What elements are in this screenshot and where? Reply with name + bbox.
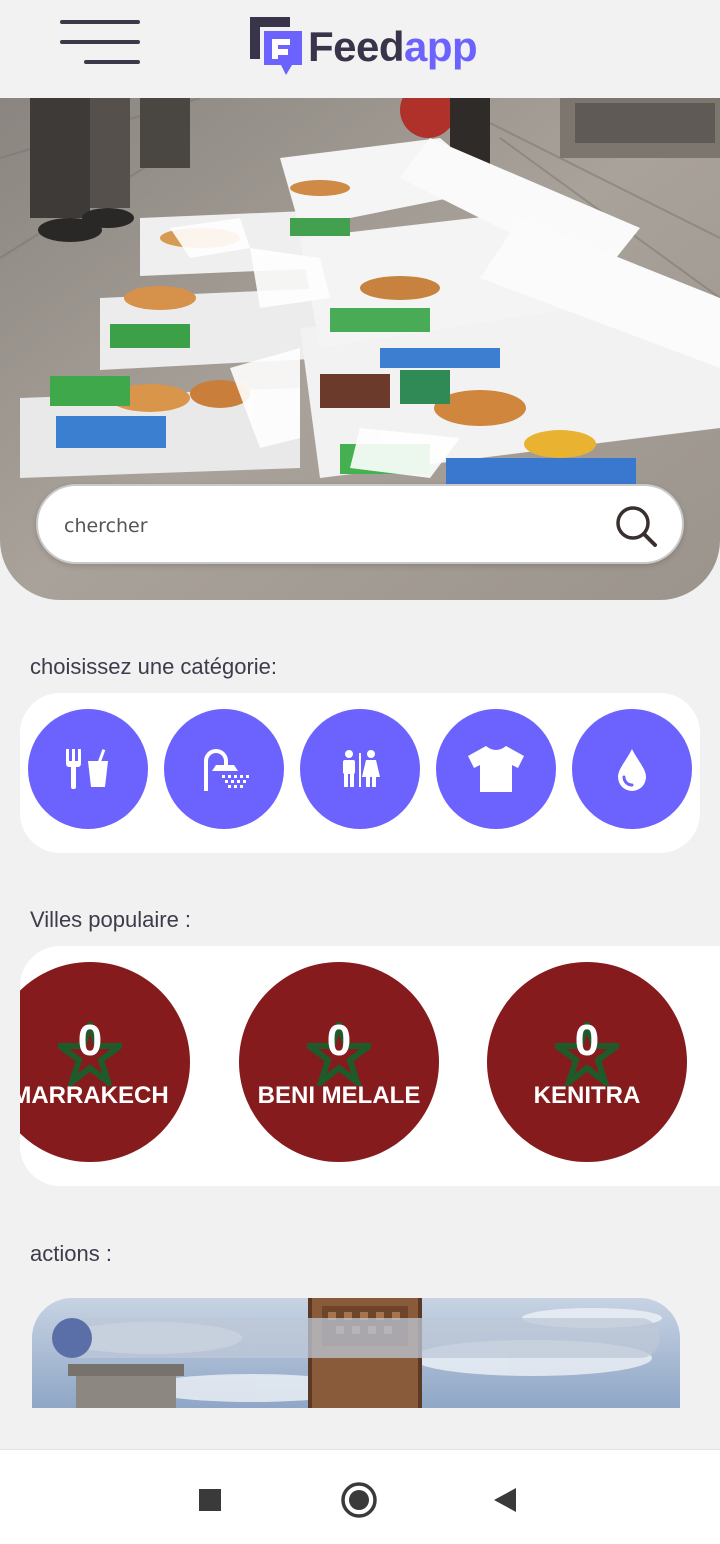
progress-track[interactable] — [52, 1318, 660, 1358]
recent-apps-icon[interactable] — [190, 1480, 230, 1520]
shower-icon — [204, 749, 249, 791]
home-icon[interactable] — [339, 1480, 379, 1520]
city-count: 0 — [574, 1016, 600, 1065]
back-icon[interactable] — [486, 1480, 526, 1520]
action-card[interactable] — [32, 1298, 680, 1408]
cities-title: Villes populaire : — [30, 907, 192, 932]
hamburger-icon[interactable] — [58, 20, 142, 66]
brand-part-1: Feed — [308, 23, 405, 70]
search-input[interactable] — [64, 506, 584, 546]
tshirt-icon — [468, 746, 524, 792]
cities-panel: 0 MARRAKECH 0 BENI MELALE 0 KENITRA — [20, 946, 720, 1186]
category-food[interactable] — [28, 709, 148, 829]
logo-mark-icon — [248, 15, 304, 77]
categories-title: choisissez une catégorie: — [30, 654, 278, 679]
brand-name: Feedapp — [308, 23, 478, 71]
category-restroom[interactable] — [300, 709, 420, 829]
brand-part-2: app — [404, 23, 478, 70]
menu-line — [84, 60, 140, 64]
food-drink-icon — [66, 749, 108, 789]
city-name: BENI MELALE — [257, 1082, 421, 1109]
app-logo: Feedapp — [248, 14, 478, 78]
city-card-beni-melale[interactable]: 0 BENI MELALE — [239, 962, 439, 1162]
menu-line — [60, 20, 140, 24]
actions-title: actions : — [30, 1241, 112, 1266]
system-navbar — [0, 1449, 720, 1544]
progress-knob[interactable] — [52, 1318, 92, 1358]
city-count: 0 — [326, 1016, 352, 1065]
category-clothing[interactable] — [436, 709, 556, 829]
search-bar — [36, 484, 684, 564]
city-count: 0 — [77, 1016, 103, 1065]
restroom-icon — [343, 750, 380, 787]
menu-line — [60, 40, 140, 44]
app-header: Feedapp — [0, 0, 720, 98]
category-water[interactable] — [572, 709, 692, 829]
city-name: KENITRA — [533, 1082, 641, 1109]
categories-panel — [20, 693, 700, 853]
city-name: MARRAKECH — [20, 1082, 169, 1109]
city-card-kenitra[interactable]: 0 KENITRA — [487, 962, 687, 1162]
city-card-marrakech[interactable]: 0 MARRAKECH — [20, 962, 190, 1162]
water-drop-icon — [618, 749, 646, 791]
category-shower[interactable] — [164, 709, 284, 829]
search-icon[interactable] — [614, 504, 658, 548]
